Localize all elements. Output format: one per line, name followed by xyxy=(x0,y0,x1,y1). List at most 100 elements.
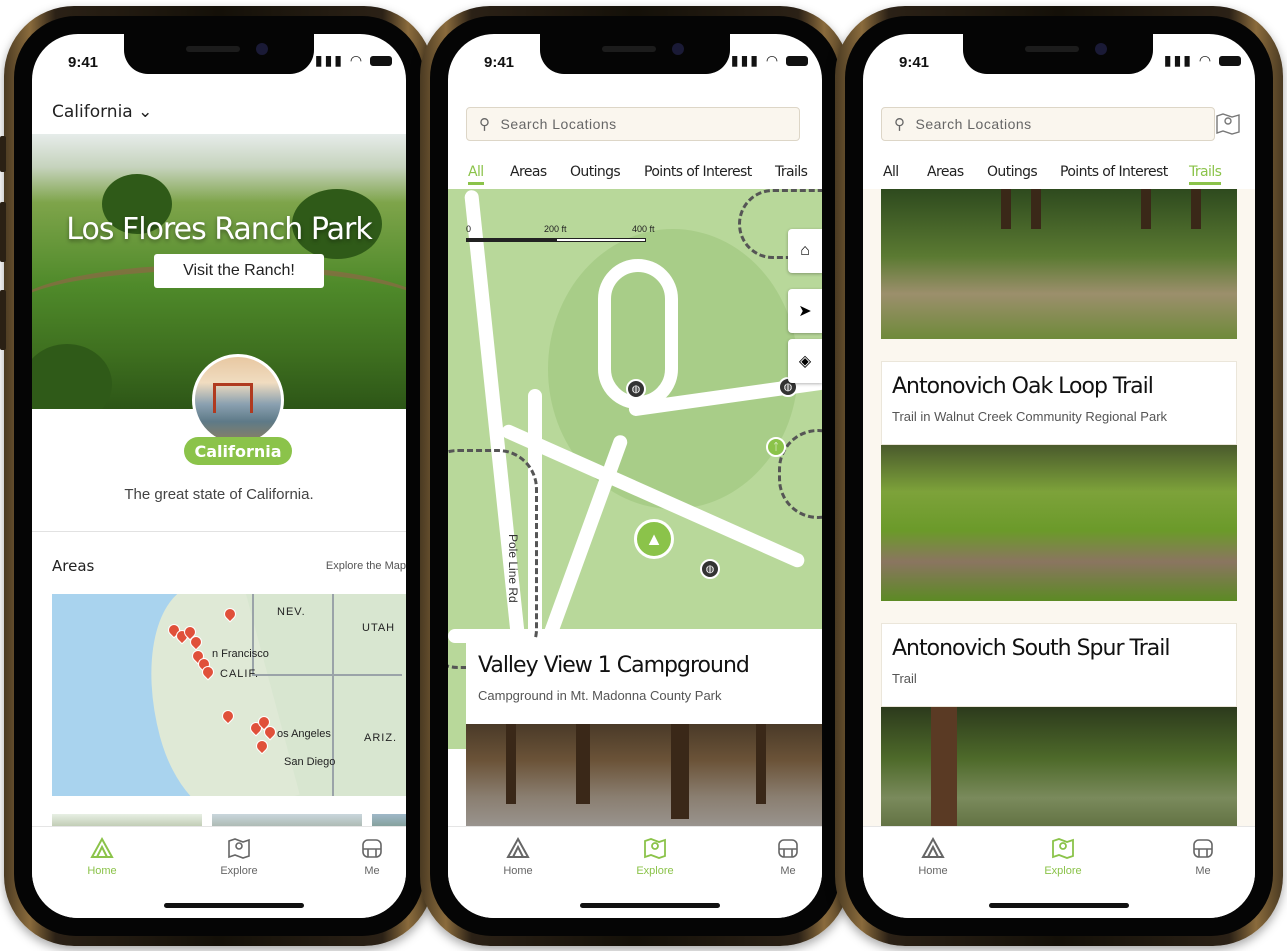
tab-points-of-interest[interactable]: Points of Interest xyxy=(644,164,752,180)
tree-trunk xyxy=(506,724,516,804)
tree xyxy=(32,344,112,409)
locate-icon[interactable]: ➤ xyxy=(788,289,822,333)
tab-home-label: Home xyxy=(87,865,117,877)
tab-areas[interactable]: Areas xyxy=(927,164,964,180)
tab-me-label: Me xyxy=(780,865,796,877)
trail-dashed xyxy=(448,449,538,669)
home-screen: 9:41 ▮▮▮ ◠ California ⌄ Los Flores Ranch… xyxy=(32,34,406,918)
explore-icon xyxy=(228,838,250,859)
status-time: 9:41 xyxy=(899,54,930,71)
map-label-sf: n Francisco xyxy=(212,648,269,660)
phone-home: 9:41 ▮▮▮ ◠ California ⌄ Los Flores Ranch… xyxy=(0,6,434,946)
layers-icon[interactable]: ◈ xyxy=(788,339,822,383)
map-label-nev: NEV. xyxy=(277,606,306,618)
search-input[interactable]: ⚲ Search Locations xyxy=(881,107,1215,141)
me-icon xyxy=(778,839,798,858)
tab-explore[interactable]: Explore xyxy=(1023,835,1103,877)
tree-trunk xyxy=(756,724,766,804)
tab-bar: Home Explore Me xyxy=(448,826,822,918)
scale-label: 400 ft xyxy=(632,224,655,234)
wifi-icon: ◠ xyxy=(349,52,365,68)
notch xyxy=(963,34,1153,74)
map-toggle-icon[interactable] xyxy=(1215,110,1241,136)
areas-heading: Areas xyxy=(52,557,95,575)
areas-map[interactable]: NEV. UTAH n Francisco CALIF. os Angeles … xyxy=(52,594,406,796)
trail-subtitle: Trail in Walnut Creek Community Regional… xyxy=(892,409,1168,424)
battery-icon xyxy=(370,56,392,67)
scale-label: 200 ft xyxy=(544,224,567,234)
location-card[interactable]: Valley View 1 Campground Campground in M… xyxy=(466,639,822,724)
restroom-icon[interactable]: ◍ xyxy=(700,559,720,579)
tab-areas[interactable]: Areas xyxy=(510,164,547,180)
state-badge: California xyxy=(184,437,292,465)
location-photo[interactable] xyxy=(466,724,822,828)
trail-photo[interactable] xyxy=(881,707,1237,837)
trail-title: Antonovich South Spur Trail xyxy=(892,636,1170,661)
tab-trails[interactable]: Trails xyxy=(775,164,808,180)
wifi-icon: ◠ xyxy=(1198,52,1214,68)
trail-photo[interactable] xyxy=(881,445,1237,601)
tab-trails[interactable]: Trails xyxy=(1189,164,1222,185)
region-selector[interactable]: California ⌄ xyxy=(52,102,152,122)
tree-trunk xyxy=(931,707,957,837)
phone-explore: 9:41 ▮▮▮ ◠ ⚲ Search Locations All Areas … xyxy=(420,6,854,946)
tab-me[interactable]: Me xyxy=(748,835,822,877)
search-icon: ⚲ xyxy=(479,116,491,133)
tab-me-label: Me xyxy=(1195,865,1211,877)
home-map-icon[interactable]: ⌂ xyxy=(788,229,822,273)
tab-me[interactable]: Me xyxy=(332,835,406,877)
status-time: 9:41 xyxy=(484,54,515,71)
explore-screen: 9:41 ▮▮▮ ◠ ⚲ Search Locations All Areas … xyxy=(448,34,822,918)
hero-title: Los Flores Ranch Park xyxy=(66,212,372,247)
home-icon xyxy=(506,836,530,858)
divider xyxy=(32,531,406,532)
tab-explore-label: Explore xyxy=(220,865,258,877)
state-description: The great state of California. xyxy=(124,486,314,503)
home-icon xyxy=(90,836,114,858)
volume-up-button xyxy=(0,202,6,262)
road-label: Pole Line Rd xyxy=(506,534,520,603)
status-icons: ▮▮▮ ◠ xyxy=(315,52,392,69)
map-label-la: os Angeles xyxy=(277,728,331,740)
tab-all[interactable]: All xyxy=(468,164,484,185)
campground-icon[interactable]: ▲ xyxy=(634,519,674,559)
signal-icon: ▮▮▮ xyxy=(1163,52,1193,68)
golden-gate-bridge-image xyxy=(213,383,253,413)
trail-card[interactable]: Antonovich South Spur Trail Trail xyxy=(881,623,1237,707)
tree-trunk xyxy=(1191,189,1201,229)
status-time: 9:41 xyxy=(68,54,99,71)
status-icons: ▮▮▮ ◠ xyxy=(1164,52,1241,69)
trail-photo[interactable] xyxy=(881,189,1237,339)
notch xyxy=(124,34,314,74)
tab-me[interactable]: Me xyxy=(1163,835,1243,877)
tab-home[interactable]: Home xyxy=(893,835,973,877)
tab-outings[interactable]: Outings xyxy=(570,164,621,180)
trails-screen: 9:41 ▮▮▮ ◠ ⚲ Search Locations All Areas … xyxy=(863,34,1255,918)
notch xyxy=(540,34,730,74)
tab-outings[interactable]: Outings xyxy=(987,164,1038,180)
tab-explore[interactable]: Explore xyxy=(615,835,695,877)
wifi-icon: ◠ xyxy=(765,52,781,68)
tab-explore[interactable]: Explore xyxy=(199,835,279,877)
hiker-icon[interactable]: ᛏ xyxy=(766,437,786,457)
tab-explore-label: Explore xyxy=(636,865,674,877)
scale-bar-graphic xyxy=(466,238,646,242)
battery-icon xyxy=(786,56,808,67)
tree-trunk xyxy=(1031,189,1041,229)
trail-card[interactable]: Antonovich Oak Loop Trail Trail in Walnu… xyxy=(881,361,1237,445)
search-input[interactable]: ⚲ Search Locations xyxy=(466,107,800,141)
visit-ranch-button[interactable]: Visit the Ranch! xyxy=(154,254,324,288)
tree-trunk xyxy=(576,724,590,804)
tab-all[interactable]: All xyxy=(883,164,899,180)
state-border xyxy=(252,674,402,676)
explore-map-link[interactable]: Explore the Map xyxy=(326,560,406,572)
tab-home[interactable]: Home xyxy=(478,835,558,877)
state-avatar xyxy=(192,354,284,446)
tab-home[interactable]: Home xyxy=(62,835,142,877)
tab-points-of-interest[interactable]: Points of Interest xyxy=(1060,164,1168,180)
restroom-icon[interactable]: ◍ xyxy=(626,379,646,399)
tab-me-label: Me xyxy=(364,865,380,877)
home-indicator xyxy=(989,903,1129,908)
trail-title: Antonovich Oak Loop Trail xyxy=(892,374,1154,399)
explore-icon xyxy=(644,838,666,859)
